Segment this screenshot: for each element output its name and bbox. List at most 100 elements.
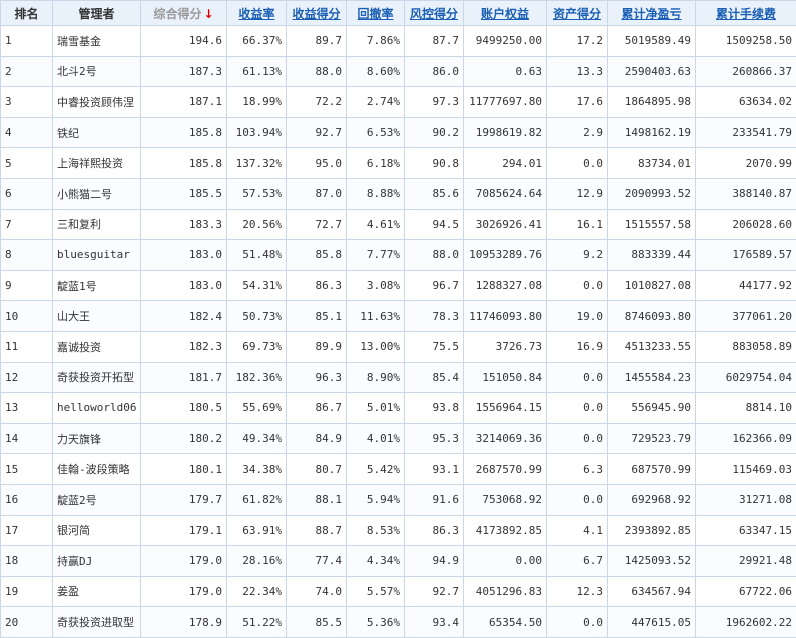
cell-manager[interactable]: 北斗2号 xyxy=(53,56,141,87)
header-asset-score[interactable]: 资产得分 xyxy=(547,1,608,26)
table-row[interactable]: 16靛蓝2号179.761.82%88.15.94%91.6753068.920… xyxy=(1,484,796,515)
cell-total-score: 185.8 xyxy=(141,148,227,179)
table-row[interactable]: 7三和复利183.320.56%72.74.61%94.53026926.411… xyxy=(1,209,796,240)
cell-risk-score: 88.0 xyxy=(405,240,464,271)
table-row[interactable]: 17银河简179.163.91%88.78.53%86.34173892.854… xyxy=(1,515,796,546)
cell-rank: 11 xyxy=(1,331,53,362)
cell-asset-score: 0.0 xyxy=(547,362,608,393)
cell-net-profit: 1010827.08 xyxy=(608,270,696,301)
cell-manager[interactable]: 三和复利 xyxy=(53,209,141,240)
header-drawdown[interactable]: 回撤率 xyxy=(347,1,405,26)
cell-fee: 206028.60 xyxy=(696,209,796,240)
cell-manager[interactable]: 铁纪 xyxy=(53,117,141,148)
cell-equity: 151050.84 xyxy=(464,362,547,393)
cell-manager[interactable]: 中睿投资顾伟涅 xyxy=(53,87,141,118)
cell-risk-score: 90.8 xyxy=(405,148,464,179)
cell-fee: 2070.99 xyxy=(696,148,796,179)
cell-equity: 753068.92 xyxy=(464,484,547,515)
cell-net-profit: 2590403.63 xyxy=(608,56,696,87)
cell-manager[interactable]: 佳翰-波段策略 xyxy=(53,454,141,485)
cell-manager[interactable]: 靛蓝2号 xyxy=(53,484,141,515)
table-row[interactable]: 4铁纪185.8103.94%92.76.53%90.21998619.822.… xyxy=(1,117,796,148)
cell-asset-score: 13.3 xyxy=(547,56,608,87)
cell-equity: 3026926.41 xyxy=(464,209,547,240)
cell-drawdown: 3.08% xyxy=(347,270,405,301)
cell-total-score: 182.3 xyxy=(141,331,227,362)
cell-return-score: 74.0 xyxy=(287,576,347,607)
cell-rank: 10 xyxy=(1,301,53,332)
table-row[interactable]: 20奇获投资进取型178.951.22%85.55.36%93.465354.5… xyxy=(1,607,796,638)
cell-asset-score: 0.0 xyxy=(547,484,608,515)
cell-equity: 11777697.80 xyxy=(464,87,547,118)
cell-net-profit: 2393892.85 xyxy=(608,515,696,546)
cell-risk-score: 96.7 xyxy=(405,270,464,301)
cell-asset-score: 12.9 xyxy=(547,178,608,209)
cell-manager[interactable]: 姜盈 xyxy=(53,576,141,607)
cell-net-profit: 1455584.23 xyxy=(608,362,696,393)
cell-asset-score: 17.2 xyxy=(547,26,608,57)
header-equity[interactable]: 账户权益 xyxy=(464,1,547,26)
cell-fee: 6029754.04 xyxy=(696,362,796,393)
cell-rank: 15 xyxy=(1,454,53,485)
cell-return-score: 86.3 xyxy=(287,270,347,301)
cell-fee: 67722.06 xyxy=(696,576,796,607)
cell-risk-score: 87.7 xyxy=(405,26,464,57)
cell-manager[interactable]: 靛蓝1号 xyxy=(53,270,141,301)
cell-manager[interactable]: 银河简 xyxy=(53,515,141,546)
cell-manager[interactable]: 嘉诚投资 xyxy=(53,331,141,362)
cell-net-profit: 2090993.52 xyxy=(608,178,696,209)
cell-risk-score: 97.3 xyxy=(405,87,464,118)
cell-rank: 13 xyxy=(1,393,53,424)
header-total-score-label: 综合得分 xyxy=(153,7,201,21)
header-risk-score[interactable]: 风控得分 xyxy=(405,1,464,26)
cell-fee: 176589.57 xyxy=(696,240,796,271)
cell-manager[interactable]: 力天旗锋 xyxy=(53,423,141,454)
header-return-score[interactable]: 收益得分 xyxy=(287,1,347,26)
cell-manager[interactable]: 持赢DJ xyxy=(53,546,141,577)
table-row[interactable]: 15佳翰-波段策略180.134.38%80.75.42%93.12687570… xyxy=(1,454,796,485)
table-row[interactable]: 6小熊猫二号185.557.53%87.08.88%85.67085624.64… xyxy=(1,178,796,209)
header-fee[interactable]: 累计手续费 xyxy=(696,1,796,26)
cell-manager[interactable]: 奇获投资进取型 xyxy=(53,607,141,638)
cell-risk-score: 90.2 xyxy=(405,117,464,148)
cell-manager[interactable]: bluesguitar xyxy=(53,240,141,271)
header-net-profit[interactable]: 累计净盈亏 xyxy=(608,1,696,26)
cell-return-score: 89.7 xyxy=(287,26,347,57)
cell-asset-score: 4.1 xyxy=(547,515,608,546)
table-row[interactable]: 12奇获投资开拓型181.7182.36%96.38.90%85.4151050… xyxy=(1,362,796,393)
cell-rank: 7 xyxy=(1,209,53,240)
table-row[interactable]: 14力天旗锋180.249.34%84.94.01%95.33214069.36… xyxy=(1,423,796,454)
cell-manager[interactable]: 瑞雪基金 xyxy=(53,26,141,57)
table-row[interactable]: 3中睿投资顾伟涅187.118.99%72.22.74%97.311777697… xyxy=(1,87,796,118)
cell-risk-score: 93.8 xyxy=(405,393,464,424)
table-row[interactable]: 9靛蓝1号183.054.31%86.33.08%96.71288327.080… xyxy=(1,270,796,301)
table-row[interactable]: 13helloworld06180.555.69%86.75.01%93.815… xyxy=(1,393,796,424)
header-total-score[interactable]: 综合得分↓ xyxy=(141,1,227,26)
table-row[interactable]: 5上海祥熙投资185.8137.32%95.06.18%90.8294.010.… xyxy=(1,148,796,179)
cell-fee: 1509258.50 xyxy=(696,26,796,57)
table-row[interactable]: 18持赢DJ179.028.16%77.44.34%94.90.006.7142… xyxy=(1,546,796,577)
cell-return-score: 77.4 xyxy=(287,546,347,577)
cell-fee: 1962602.22 xyxy=(696,607,796,638)
cell-rank: 3 xyxy=(1,87,53,118)
cell-drawdown: 5.42% xyxy=(347,454,405,485)
cell-net-profit: 83734.01 xyxy=(608,148,696,179)
table-row[interactable]: 19姜盈179.022.34%74.05.57%92.74051296.8312… xyxy=(1,576,796,607)
cell-manager[interactable]: 小熊猫二号 xyxy=(53,178,141,209)
table-row[interactable]: 8bluesguitar183.051.48%85.87.77%88.01095… xyxy=(1,240,796,271)
cell-drawdown: 5.36% xyxy=(347,607,405,638)
header-return-rate[interactable]: 收益率 xyxy=(227,1,287,26)
table-row[interactable]: 11嘉诚投资182.369.73%89.913.00%75.53726.7316… xyxy=(1,331,796,362)
cell-manager[interactable]: helloworld06 xyxy=(53,393,141,424)
table-row[interactable]: 2北斗2号187.361.13%88.08.60%86.00.6313.3259… xyxy=(1,56,796,87)
cell-manager[interactable]: 山大王 xyxy=(53,301,141,332)
cell-drawdown: 6.18% xyxy=(347,148,405,179)
cell-risk-score: 75.5 xyxy=(405,331,464,362)
table-row[interactable]: 10山大王182.450.73%85.111.63%78.311746093.8… xyxy=(1,301,796,332)
cell-manager[interactable]: 上海祥熙投资 xyxy=(53,148,141,179)
cell-rank: 5 xyxy=(1,148,53,179)
cell-rank: 20 xyxy=(1,607,53,638)
cell-return-score: 84.9 xyxy=(287,423,347,454)
cell-manager[interactable]: 奇获投资开拓型 xyxy=(53,362,141,393)
table-row[interactable]: 1瑞雪基金194.666.37%89.77.86%87.79499250.001… xyxy=(1,26,796,57)
